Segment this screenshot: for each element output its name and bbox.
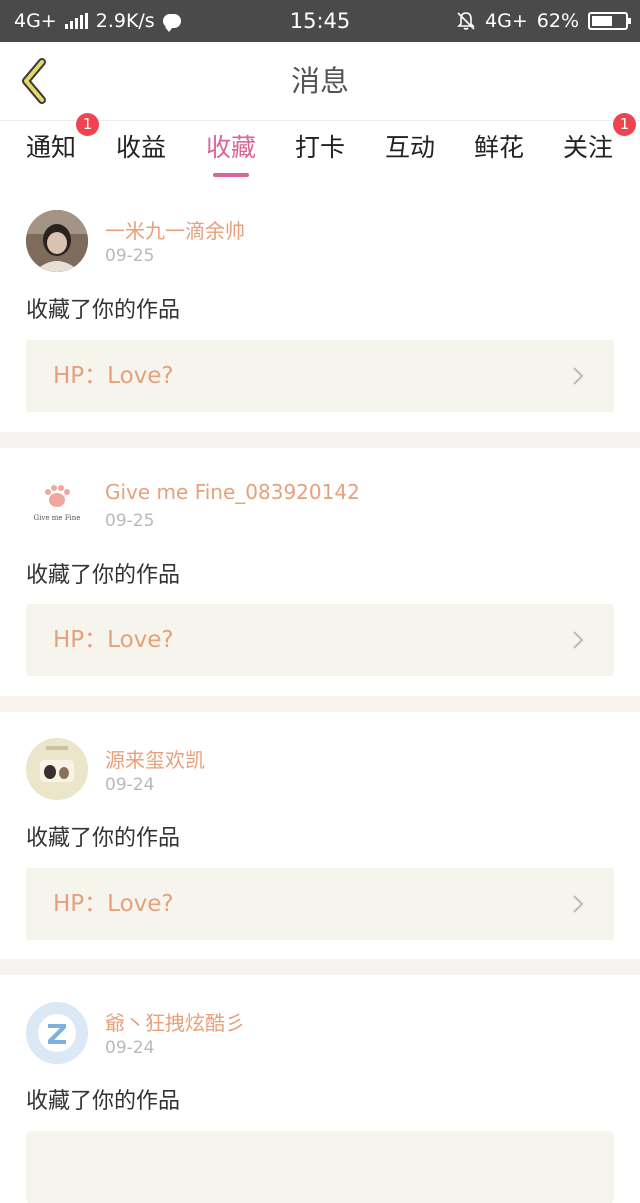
tab-label: 互动 (384, 133, 435, 162)
status-bar: 4G+ 2.9K/s 15:45 4G+ 62% (0, 0, 640, 42)
tab-follow[interactable]: 关注 1 (543, 113, 636, 183)
tab-interaction[interactable]: 互动 (365, 121, 455, 183)
work-title: HP：Love? (53, 627, 174, 653)
status-left: 4G+ 2.9K/s (14, 0, 181, 42)
tab-label: 收藏 (205, 133, 256, 162)
signal-icon (64, 13, 88, 29)
message-date: 09-25 (105, 511, 155, 531)
message-date: 09-25 (105, 246, 155, 266)
chevron-right-icon (573, 631, 584, 649)
user-avatar[interactable] (26, 738, 88, 800)
network-speed: 2.9K/s (95, 10, 155, 32)
tab-notice[interactable]: 通知 1 (6, 113, 99, 183)
message-date: 09-24 (105, 1038, 155, 1058)
card-separator (0, 696, 640, 712)
work-link[interactable]: HP：Love? (26, 604, 614, 676)
user-name[interactable]: 源来玺欢凯 (105, 744, 205, 773)
work-link[interactable] (26, 1131, 614, 1203)
active-tab-indicator (213, 173, 249, 177)
user-name[interactable]: 一米九一滴余帅 (105, 215, 245, 244)
user-avatar[interactable]: Give me Fine (26, 475, 88, 537)
action-text: 收藏了你的作品 (26, 298, 181, 323)
chevron-right-icon (573, 895, 584, 913)
network-type-right: 4G+ (485, 10, 528, 32)
tab-label: 鲜花 (473, 133, 524, 162)
message-card: 一米九一滴余帅 09-25 收藏了你的作品 HP：Love? (0, 183, 640, 432)
avatar-text: Give me Fine (34, 514, 81, 522)
battery-icon (588, 12, 631, 30)
paw-avatar-icon: Give me Fine (26, 475, 88, 537)
battery-percent: 62% (536, 10, 579, 32)
chevron-right-icon (573, 367, 584, 385)
page-title: 消息 (290, 64, 349, 98)
work-link[interactable]: HP：Love? (26, 340, 614, 412)
chat-notification-icon (162, 14, 181, 32)
tab-earnings[interactable]: 收益 (96, 121, 186, 183)
user-avatar[interactable] (26, 1002, 88, 1064)
message-card: Give me Fine Give me Fine_083920142 09-2… (0, 448, 640, 696)
message-card: 爺丶狂拽炫酷彡 09-24 收藏了你的作品 (0, 975, 640, 1203)
action-text: 收藏了你的作品 (26, 563, 181, 588)
nav-header: 消息 (0, 42, 640, 121)
action-text: 收藏了你的作品 (26, 1089, 181, 1114)
card-separator (0, 959, 640, 975)
bell-off-icon (457, 12, 475, 30)
network-type-left: 4G+ (14, 10, 57, 32)
tab-badge: 1 (613, 113, 636, 136)
work-title: HP：Love? (53, 363, 174, 389)
tab-checkin[interactable]: 打卡 (275, 121, 365, 183)
tab-bar: 通知 1 收益 收藏 打卡 互动 鲜花 关注 1 (0, 113, 640, 183)
status-right: 4G+ 62% (456, 0, 631, 42)
user-avatar[interactable] (26, 210, 88, 272)
card-separator (0, 432, 640, 448)
message-card: 源来玺欢凯 09-24 收藏了你的作品 HP：Love? (0, 712, 640, 959)
user-name[interactable]: 爺丶狂拽炫酷彡 (105, 1007, 245, 1036)
user-name[interactable]: Give me Fine_083920142 (105, 480, 360, 504)
photo-avatar-icon (26, 210, 88, 272)
message-date: 09-24 (105, 775, 155, 795)
work-title: HP：Love? (53, 891, 174, 917)
tab-favorites[interactable]: 收藏 (186, 121, 276, 183)
tab-label: 收益 (115, 133, 166, 162)
default-qq-avatar-icon (26, 1002, 88, 1064)
work-link[interactable]: HP：Love? (26, 868, 614, 940)
tab-flowers[interactable]: 鲜花 (454, 121, 544, 183)
dog-avatar-icon (26, 738, 88, 800)
tab-label: 打卡 (294, 133, 345, 162)
action-text: 收藏了你的作品 (26, 826, 181, 851)
